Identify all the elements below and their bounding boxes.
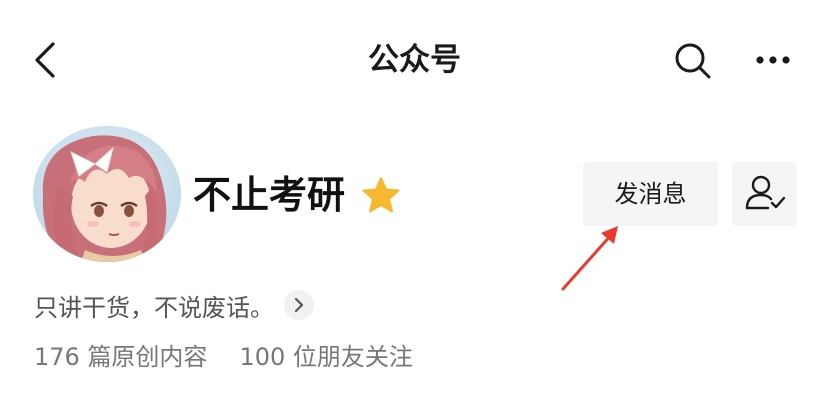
account-stats: 176 篇原创内容 100 位朋友关注	[34, 336, 413, 372]
search-button[interactable]	[670, 38, 716, 82]
follow-status-button[interactable]	[732, 162, 797, 226]
account-description: 只讲干货，不说废话。	[34, 293, 274, 322]
friends-following-count: 100 位朋友关注	[239, 342, 413, 371]
chevron-right-icon	[294, 297, 304, 313]
person-check-icon	[745, 175, 786, 210]
chevron-right-badge	[284, 290, 314, 320]
annotation-arrow	[561, 226, 618, 291]
account-name: 不止考研	[193, 173, 346, 217]
more-horizontal-icon	[756, 56, 790, 64]
send-message-button[interactable]: 发消息	[583, 162, 718, 226]
avatar[interactable]	[33, 126, 181, 262]
chevron-left-icon	[35, 42, 55, 78]
star-icon	[362, 177, 400, 213]
avatar-image	[33, 126, 181, 262]
original-posts-count: 176 篇原创内容	[34, 342, 208, 371]
account-description-row[interactable]: 只讲干货，不说废话。	[34, 287, 314, 323]
back-button[interactable]	[26, 38, 66, 82]
search-icon	[675, 43, 711, 79]
more-button[interactable]	[748, 38, 798, 82]
official-account-profile-page: 公众号 不止考研 发消息 只讲干货，不说废话。 176 篇原创内容 100 位朋…	[0, 0, 829, 412]
